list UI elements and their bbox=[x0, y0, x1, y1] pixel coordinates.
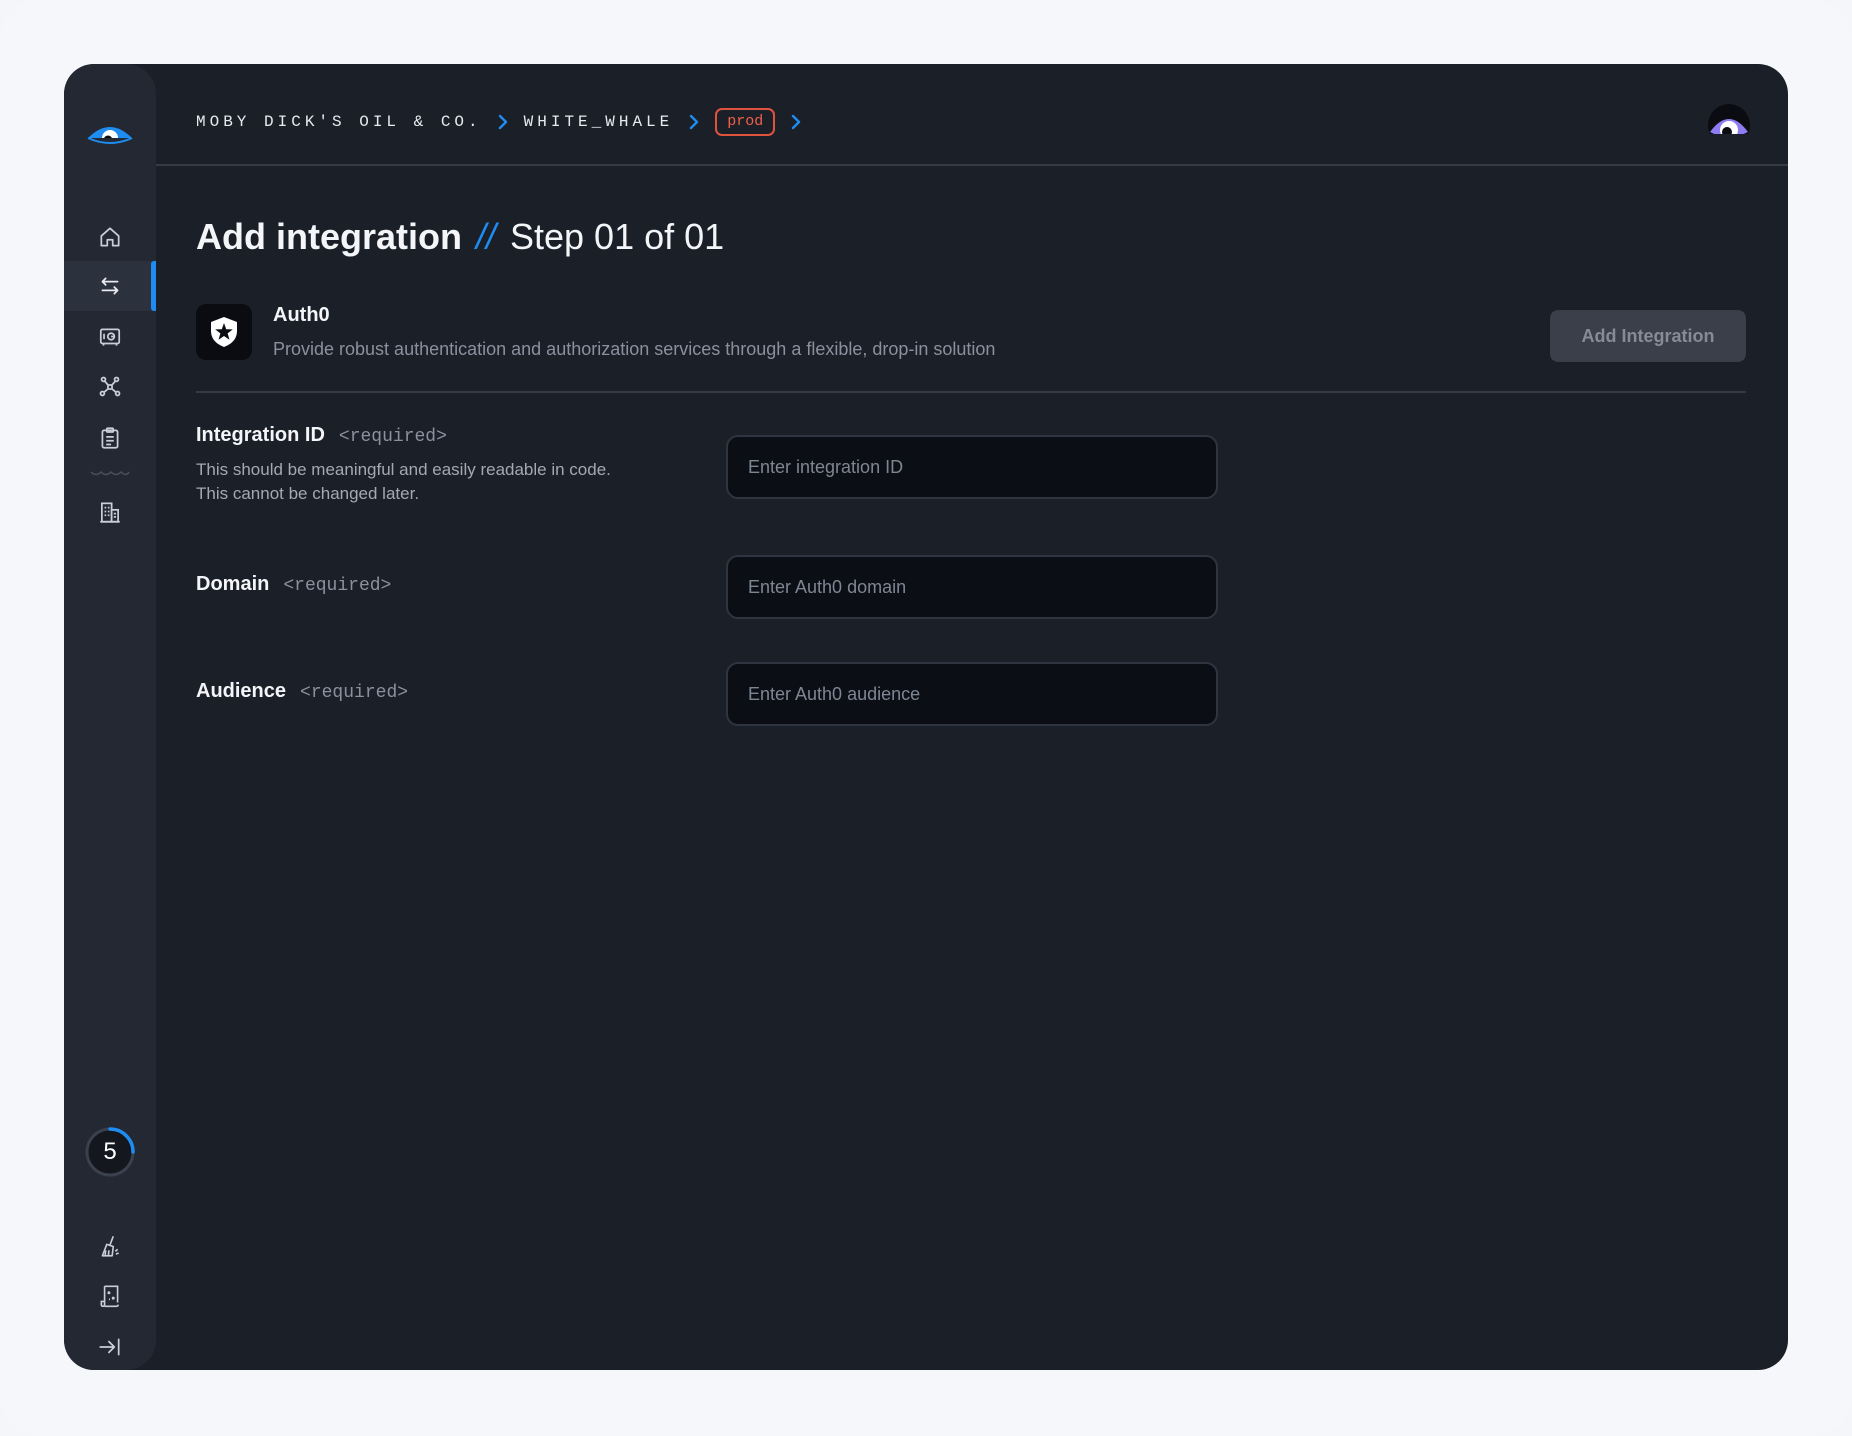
sidebar-item-network[interactable] bbox=[64, 362, 156, 412]
auth0-shield-icon bbox=[211, 317, 237, 347]
home-icon bbox=[100, 227, 120, 247]
add-integration-button[interactable]: Add Integration bbox=[1550, 310, 1746, 362]
integration-id-input[interactable] bbox=[726, 435, 1218, 499]
sidebar-item-integrations[interactable] bbox=[64, 261, 156, 311]
field-label: Audience bbox=[196, 680, 287, 702]
chevron-right-icon bbox=[496, 111, 510, 133]
integration-description: Provide robust authentication and author… bbox=[273, 339, 996, 359]
scroll-icon bbox=[100, 1285, 119, 1308]
breadcrumb-org[interactable]: MOBY DICK'S OIL & CO. bbox=[196, 113, 482, 131]
vault-icon bbox=[99, 328, 121, 346]
field-label: Integration ID bbox=[196, 424, 325, 446]
required-marker: <required> bbox=[300, 683, 409, 703]
sidebar-divider bbox=[90, 470, 130, 476]
auth0-logo bbox=[196, 304, 252, 360]
field-label: Domain bbox=[196, 573, 270, 595]
progress-counter[interactable]: 5 bbox=[84, 1126, 136, 1178]
integration-id-label: Integration ID <required> bbox=[196, 424, 447, 447]
environment-badge[interactable]: prod bbox=[715, 108, 776, 136]
counter-value: 5 bbox=[103, 1138, 117, 1165]
help-text-line: This cannot be changed later. bbox=[196, 484, 420, 503]
help-text-line: This should be meaningful and easily rea… bbox=[196, 460, 611, 479]
required-marker: <required> bbox=[338, 427, 447, 447]
chevron-right-icon[interactable] bbox=[789, 111, 803, 133]
audience-label: Audience <required> bbox=[196, 680, 408, 703]
app-window: 5 MOBY DICK'S OIL & CO. WHITE_WHALE prod… bbox=[64, 64, 1788, 1370]
sidebar: 5 bbox=[64, 64, 156, 1370]
network-icon bbox=[99, 376, 121, 397]
clipboard-icon bbox=[101, 427, 119, 449]
breadcrumb: MOBY DICK'S OIL & CO. WHITE_WHALE prod bbox=[196, 104, 803, 140]
arrows-exchange-icon bbox=[101, 277, 119, 295]
user-avatar[interactable] bbox=[1708, 104, 1750, 146]
page-background: 5 MOBY DICK'S OIL & CO. WHITE_WHALE prod… bbox=[0, 0, 1852, 1436]
step-indicator: Step 01 of 01 bbox=[510, 216, 725, 257]
page-title-text: Add integration bbox=[196, 216, 462, 257]
breadcrumb-project[interactable]: WHITE_WHALE bbox=[524, 113, 674, 131]
sidebar-item-collapse[interactable] bbox=[64, 1322, 156, 1370]
broom-icon bbox=[101, 1235, 119, 1257]
section-divider bbox=[196, 391, 1746, 393]
page-title: Add integration // Step 01 of 01 bbox=[196, 216, 724, 266]
sidebar-item-home[interactable] bbox=[64, 212, 156, 262]
integration-id-help: This should be meaningful and easily rea… bbox=[196, 458, 696, 506]
chevron-right-icon bbox=[687, 111, 701, 133]
app-logo-icon[interactable] bbox=[84, 118, 136, 154]
sidebar-item-cleanup[interactable] bbox=[64, 1221, 156, 1271]
collapse-sidebar-icon bbox=[99, 1338, 120, 1356]
domain-label: Domain <required> bbox=[196, 573, 391, 596]
sidebar-item-vault[interactable] bbox=[64, 312, 156, 362]
title-separator: // bbox=[475, 216, 496, 257]
required-marker: <required> bbox=[283, 576, 392, 596]
building-icon bbox=[100, 502, 120, 523]
domain-input[interactable] bbox=[726, 555, 1218, 619]
sidebar-item-organization[interactable] bbox=[64, 487, 156, 537]
integration-name: Auth0 bbox=[273, 304, 330, 326]
sidebar-item-docs[interactable] bbox=[64, 1271, 156, 1321]
top-bar: MOBY DICK'S OIL & CO. WHITE_WHALE prod bbox=[156, 64, 1788, 166]
audience-input[interactable] bbox=[726, 662, 1218, 726]
sidebar-item-audit[interactable] bbox=[64, 413, 156, 463]
